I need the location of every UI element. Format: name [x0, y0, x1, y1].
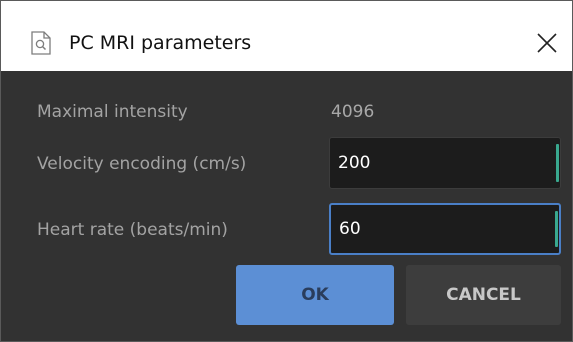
cancel-button[interactable]: CANCEL	[406, 265, 561, 325]
document-search-icon	[31, 31, 51, 55]
field-marker	[555, 211, 558, 247]
dialog-window: PC MRI parameters Maximal intensity 4096…	[0, 0, 573, 342]
max-intensity-label: Maximal intensity	[37, 102, 188, 122]
dialog-title: PC MRI parameters	[69, 32, 252, 54]
dialog-content: Maximal intensity 4096 Velocity encoding…	[1, 71, 572, 341]
velocity-encoding-label: Velocity encoding (cm/s)	[37, 154, 247, 174]
velocity-encoding-field[interactable]	[329, 137, 561, 189]
close-icon	[537, 33, 557, 53]
heart-rate-field[interactable]	[329, 203, 561, 255]
field-marker	[556, 144, 559, 182]
ok-button[interactable]: OK	[236, 265, 394, 325]
heart-rate-label: Heart rate (beats/min)	[37, 220, 228, 240]
velocity-encoding-input[interactable]	[338, 138, 538, 188]
title-bar: PC MRI parameters	[1, 1, 572, 71]
close-button[interactable]	[531, 27, 563, 59]
max-intensity-value: 4096	[331, 102, 375, 122]
heart-rate-input[interactable]	[339, 205, 539, 253]
